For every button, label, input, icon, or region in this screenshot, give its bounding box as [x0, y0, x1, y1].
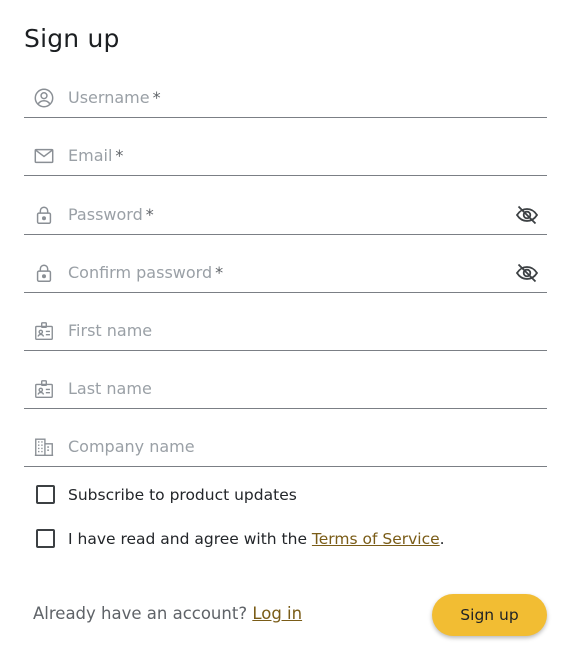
- building-icon: [33, 436, 55, 458]
- confirm-password-field[interactable]: Confirm password *: [24, 253, 547, 293]
- login-link[interactable]: Log in: [252, 604, 302, 623]
- subscribe-label: Subscribe to product updates: [68, 485, 297, 504]
- page-title: Sign up: [24, 24, 120, 53]
- terms-checkbox[interactable]: [36, 529, 55, 548]
- subscribe-checkbox[interactable]: [36, 485, 55, 504]
- terms-row: I have read and agree with the Terms of …: [36, 529, 445, 548]
- account-circle-icon: [33, 87, 55, 109]
- company-name-input[interactable]: [68, 433, 498, 461]
- eye-off-icon[interactable]: [515, 262, 539, 284]
- last-name-field[interactable]: Last name: [24, 369, 547, 409]
- terms-of-service-link[interactable]: Terms of Service: [312, 530, 440, 548]
- subscribe-row: Subscribe to product updates: [36, 485, 297, 504]
- login-prompt: Already have an account? Log in: [33, 604, 303, 623]
- password-input[interactable]: [68, 201, 498, 229]
- eye-off-icon[interactable]: [515, 204, 539, 226]
- password-field[interactable]: Password *: [24, 195, 547, 235]
- company-name-field[interactable]: Company name: [24, 427, 547, 467]
- lock-icon: [33, 262, 55, 284]
- confirm-password-input[interactable]: [68, 259, 498, 287]
- username-input[interactable]: [68, 84, 498, 112]
- email-field[interactable]: Email *: [24, 136, 547, 176]
- last-name-input[interactable]: [68, 375, 498, 403]
- first-name-input[interactable]: [68, 317, 498, 345]
- signup-page: Sign up Username * Email * Password * Co…: [0, 0, 571, 660]
- badge-icon: [33, 320, 55, 342]
- badge-icon: [33, 378, 55, 400]
- terms-label: I have read and agree with the Terms of …: [68, 529, 445, 548]
- first-name-field[interactable]: First name: [24, 311, 547, 351]
- email-input[interactable]: [68, 142, 498, 170]
- username-field[interactable]: Username *: [24, 78, 547, 118]
- lock-icon: [33, 204, 55, 226]
- signup-button[interactable]: Sign up: [432, 594, 547, 636]
- mail-icon: [33, 145, 55, 167]
